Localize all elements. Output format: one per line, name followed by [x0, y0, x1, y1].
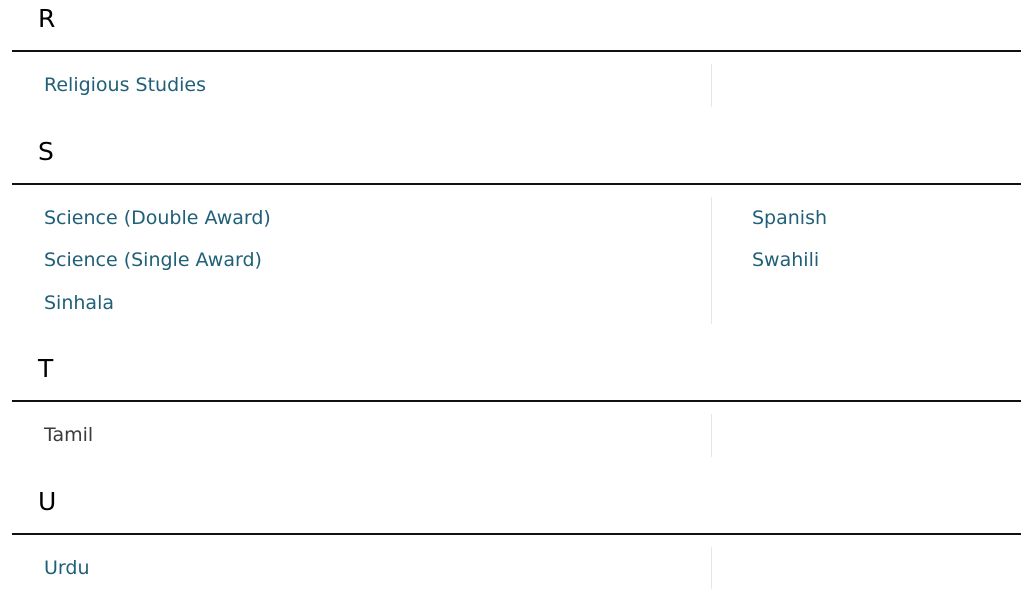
subject-list: Urdu	[12, 546, 1021, 590]
section-letter: R	[38, 4, 56, 33]
subject-column-left: Religious Studies	[12, 64, 711, 107]
subject-link[interactable]: Science (Double Award)	[44, 197, 711, 240]
subject-link[interactable]: Science (Single Award)	[44, 239, 711, 282]
subject-link[interactable]: Urdu	[44, 547, 711, 590]
section-r: R Religious Studies	[12, 0, 1021, 107]
section-u: U Urdu	[12, 457, 1021, 590]
subject-index: R Religious Studies S Science (Double Award…	[0, 0, 1021, 589]
subject-list: Tamil	[12, 414, 1021, 457]
subject-column-left: Tamil	[12, 414, 711, 457]
subject-column-right	[711, 414, 1021, 457]
subject-link[interactable]: Sinhala	[44, 282, 711, 325]
subject-column-left: Urdu	[12, 547, 711, 590]
subject-link[interactable]: Spanish	[752, 197, 1021, 240]
section-t: T Tamil	[12, 324, 1021, 457]
section-header: R	[12, 0, 1021, 52]
section-letter: U	[38, 486, 57, 516]
subject-column-right	[711, 64, 1021, 107]
section-header: S	[12, 107, 1021, 185]
section-letter: S	[38, 136, 54, 166]
section-header: U	[12, 457, 1021, 535]
section-s: S Science (Double Award) Science (Single A…	[12, 107, 1021, 325]
subject-link[interactable]: Tamil	[44, 414, 711, 457]
subject-list: Science (Double Award) Science (Single Aw…	[12, 196, 1021, 325]
subject-column-right: Spanish Swahili	[711, 196, 1021, 324]
subject-link[interactable]: Swahili	[752, 239, 1021, 282]
section-header: T	[12, 324, 1021, 402]
subject-list: Religious Studies	[12, 64, 1021, 107]
subject-column-right	[711, 546, 1021, 589]
subject-column-left: Science (Double Award) Science (Single Aw…	[12, 197, 711, 325]
subject-link[interactable]: Religious Studies	[44, 64, 711, 107]
section-letter: T	[38, 354, 54, 383]
